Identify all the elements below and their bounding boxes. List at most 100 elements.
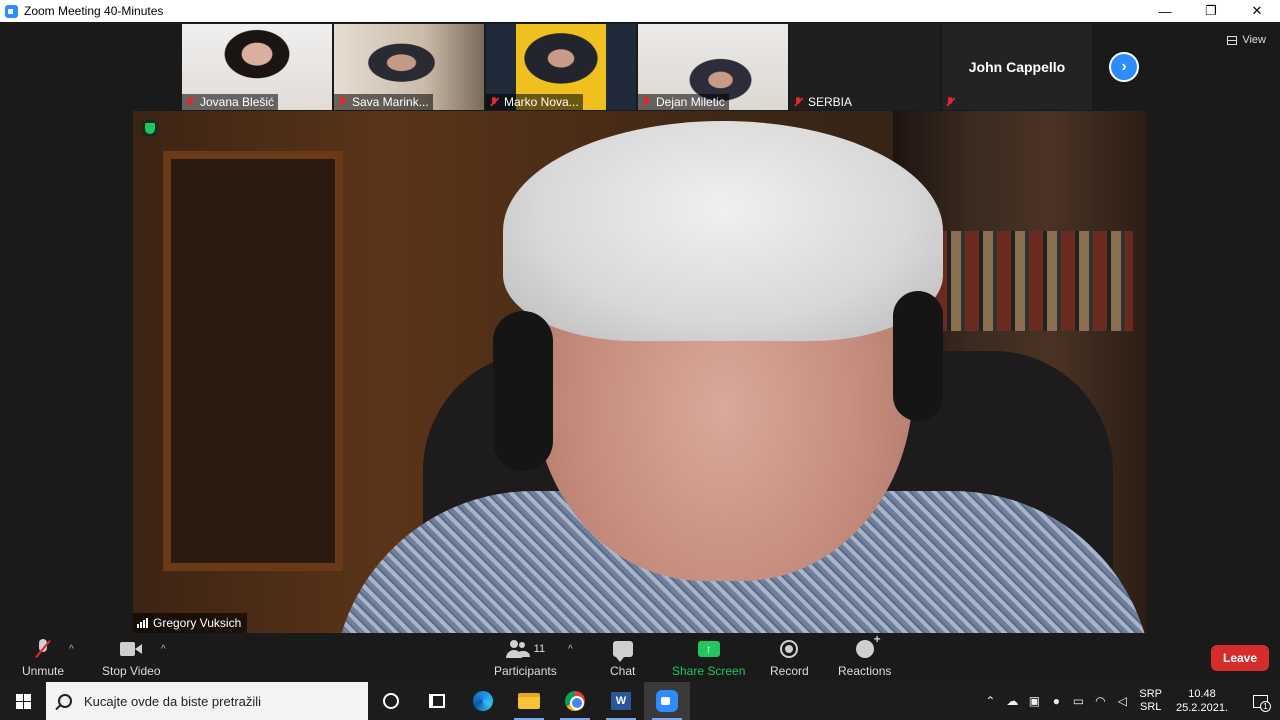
video-options-caret[interactable]: ^ <box>161 644 166 655</box>
chat-button[interactable]: Chat <box>610 638 635 678</box>
cortana-button[interactable] <box>368 682 414 720</box>
window-controls: — ❐ ✕ <box>1142 0 1280 22</box>
participant-name: Dejan Miletic <box>656 95 725 109</box>
input-language-indicator[interactable]: SRP SRL <box>1139 688 1162 714</box>
notification-count: 1 <box>1260 701 1271 712</box>
windows-logo-icon <box>15 693 31 709</box>
windows-start-button[interactable] <box>0 682 46 720</box>
mic-muted-icon <box>792 96 804 108</box>
mic-muted-icon <box>488 96 500 108</box>
zoom-logo-icon <box>5 4 18 18</box>
onedrive-cloud-icon[interactable]: ☁ <box>1001 694 1023 708</box>
participant-name-bar: Marko Nova... <box>486 94 583 110</box>
chevron-right-icon: › <box>1121 58 1127 75</box>
headset <box>893 291 943 421</box>
participant-name-bar <box>942 94 960 110</box>
participants-button[interactable]: 11 Participants <box>494 638 557 678</box>
share-screen-icon: ↑ <box>697 641 720 657</box>
search-icon <box>58 694 72 708</box>
participant-name: John Cappello <box>968 59 1066 75</box>
participant-thumbnail[interactable]: Jovana Blešić <box>182 24 332 110</box>
participants-options-caret[interactable]: ^ <box>568 644 573 655</box>
battery-icon[interactable]: ▭ <box>1067 694 1089 708</box>
encryption-shield-icon[interactable] <box>141 119 159 137</box>
participants-count: 11 <box>533 643 546 655</box>
participant-name-bar: SERBIA <box>790 94 856 110</box>
close-button[interactable]: ✕ <box>1234 0 1280 22</box>
connection-signal-icon <box>137 618 148 628</box>
video-camera-icon <box>120 642 143 656</box>
system-tray: ⌃ ☁ ▣ ● ▭ ◠ ◁ SRP SRL 10.48 25.2.2021. 1 <box>979 682 1280 720</box>
participant-name: Jovana Blešić <box>200 95 275 109</box>
participants-label: Participants <box>494 664 557 678</box>
unmute-button[interactable]: Unmute <box>22 638 64 678</box>
leave-button[interactable]: Leave <box>1211 645 1269 671</box>
window-title: Zoom Meeting 40-Minutes <box>24 4 164 18</box>
mic-muted-icon <box>944 96 956 108</box>
mic-muted-icon <box>184 96 196 108</box>
microphone-muted-icon <box>32 639 54 659</box>
windows-taskbar: Kucajte ovde da biste pretražili W ⌃ ☁ ▣… <box>0 682 1280 720</box>
unmute-label: Unmute <box>22 664 65 678</box>
chat-label: Chat <box>610 664 636 678</box>
taskbar-search-box[interactable]: Kucajte ovde da biste pretražili <box>46 682 368 720</box>
share-screen-label: Share Screen <box>672 664 746 678</box>
speaker-name: Gregory Vuksich <box>153 616 242 630</box>
stop-video-label: Stop Video <box>102 664 161 678</box>
zoom-taskbar-button[interactable] <box>644 682 690 720</box>
edge-taskbar-button[interactable] <box>460 682 506 720</box>
action-center-button[interactable]: 1 <box>1240 682 1280 720</box>
stop-video-button[interactable]: Stop Video <box>102 638 161 678</box>
speaker-name-bar: Gregory Vuksich <box>133 613 248 633</box>
audio-options-caret[interactable]: ^ <box>69 644 74 655</box>
meeting-toolbar: Unmute ^ Stop Video ^ 11 Participants ^ … <box>0 632 1280 682</box>
view-button[interactable]: View <box>1227 34 1266 46</box>
show-hidden-icons-chevron-icon[interactable]: ⌃ <box>979 694 1001 708</box>
zoom-icon <box>656 690 678 712</box>
task-view-button[interactable] <box>414 682 460 720</box>
search-placeholder: Kucajte ovde da biste pretražili <box>84 693 262 709</box>
wifi-icon[interactable]: ◠ <box>1089 694 1111 708</box>
record-button[interactable]: Record <box>770 638 809 678</box>
minimize-button[interactable]: — <box>1142 0 1188 22</box>
clock-time: 10.48 <box>1188 688 1216 700</box>
record-icon <box>780 640 799 658</box>
reactions-button[interactable]: Reactions <box>838 632 892 678</box>
thumbnail-strip: Jovana Blešić Sava Marink... Marko Nova.… <box>182 24 1092 110</box>
speaker-hair <box>503 121 943 341</box>
next-page-button[interactable]: › <box>1109 52 1139 82</box>
view-label: View <box>1242 34 1266 46</box>
participant-thumbnail[interactable]: Marko Nova... <box>486 24 636 110</box>
participant-name-bar: Jovana Blešić <box>182 94 279 110</box>
books <box>933 231 1133 331</box>
cortana-icon <box>383 693 399 709</box>
chrome-taskbar-button[interactable] <box>552 682 598 720</box>
restore-button[interactable]: ❐ <box>1188 0 1234 22</box>
share-screen-button[interactable]: ↑ Share Screen <box>672 638 745 678</box>
edge-icon <box>473 691 493 711</box>
microphone-icon[interactable]: ● <box>1045 694 1067 708</box>
reactions-label: Reactions <box>838 664 892 678</box>
mic-muted-icon <box>640 96 652 108</box>
volume-icon[interactable]: ◁ <box>1111 694 1133 708</box>
participant-name-bar: Dejan Miletic <box>638 94 729 110</box>
participant-name: Marko Nova... <box>504 95 579 109</box>
participant-thumbnail[interactable]: Dejan Miletic <box>638 24 788 110</box>
meeting-area: Jovana Blešić Sava Marink... Marko Nova.… <box>0 22 1280 634</box>
file-explorer-taskbar-button[interactable] <box>506 682 552 720</box>
word-taskbar-button[interactable]: W <box>598 682 644 720</box>
meet-now-icon[interactable]: ▣ <box>1023 694 1045 708</box>
participant-name-bar: Sava Marink... <box>334 94 433 110</box>
participant-thumbnail-name-only[interactable]: John Cappello <box>942 24 1092 110</box>
bookcase-left <box>163 151 343 571</box>
folder-icon <box>518 693 540 709</box>
chat-icon <box>612 641 633 662</box>
participant-thumbnail[interactable]: SERBIA <box>790 24 940 110</box>
participant-thumbnail[interactable]: Sava Marink... <box>334 24 484 110</box>
participant-name: SERBIA <box>808 95 853 109</box>
participants-icon <box>505 640 528 658</box>
language-code: SRP <box>1139 688 1162 700</box>
word-icon: W <box>611 692 631 710</box>
title-bar: Zoom Meeting 40-Minutes — ❐ ✕ <box>0 0 1280 22</box>
taskbar-clock[interactable]: 10.48 25.2.2021. <box>1176 687 1228 715</box>
